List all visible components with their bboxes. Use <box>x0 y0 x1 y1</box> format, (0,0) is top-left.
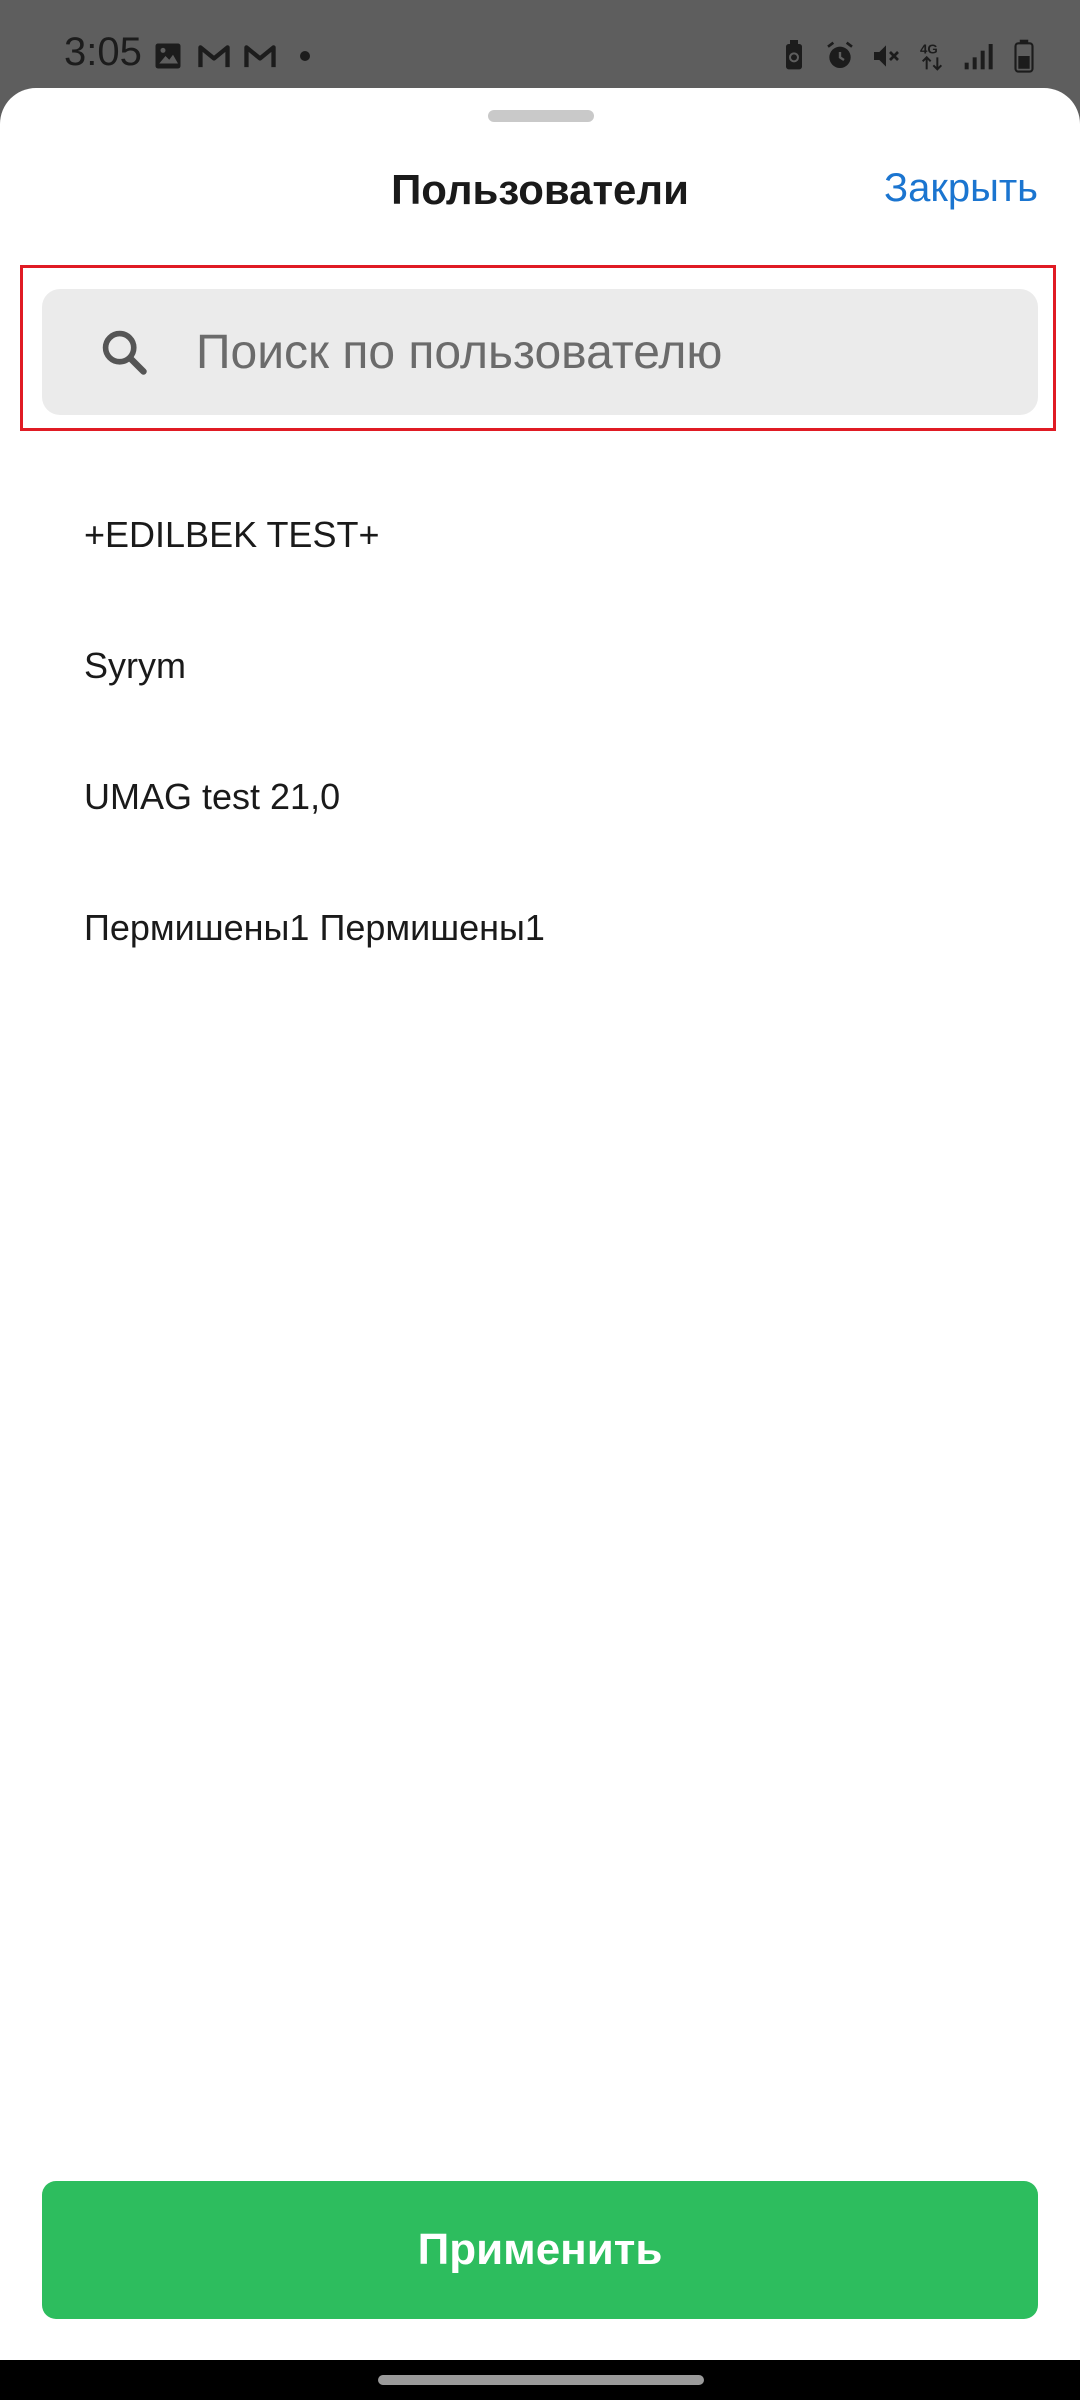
status-time: 3:05 <box>64 30 142 74</box>
search-icon <box>94 322 154 382</box>
users-bottom-sheet: Пользователи Закрыть +EDILBEK TEST+ Syry… <box>0 88 1080 2360</box>
drag-handle[interactable] <box>488 110 594 122</box>
user-list: +EDILBEK TEST+ Syrym UMAG test 21,0 Перм… <box>0 502 1080 1026</box>
status-left-icons <box>152 40 310 72</box>
apply-button[interactable]: Применить <box>42 2181 1038 2319</box>
vibrate-off-icon <box>870 40 902 72</box>
notification-dot-icon <box>300 51 310 61</box>
signal-icon <box>962 40 994 72</box>
alarm-icon <box>824 40 856 72</box>
status-bar: 3:05 4G <box>0 0 1080 90</box>
search-field[interactable] <box>42 289 1038 415</box>
battery-saver-icon <box>778 40 810 72</box>
gmail-icon <box>244 40 276 72</box>
home-indicator[interactable] <box>378 2375 704 2385</box>
list-item[interactable]: UMAG test 21,0 <box>0 764 1080 895</box>
screen: 3:05 4G Пользователи Закрыть Поиск по по… <box>0 0 1080 2400</box>
image-icon <box>152 40 184 72</box>
list-item[interactable]: Пермишены1 Пермишены1 <box>0 895 1080 1026</box>
gmail-icon <box>198 40 230 72</box>
4g-icon: 4G <box>916 40 948 72</box>
svg-text:4G: 4G <box>920 41 938 56</box>
list-item[interactable]: Syrym <box>0 633 1080 764</box>
status-right-icons: 4G <box>778 39 1040 73</box>
list-item[interactable]: +EDILBEK TEST+ <box>0 502 1080 633</box>
battery-icon <box>1008 39 1040 73</box>
close-button[interactable]: Закрыть <box>884 166 1038 211</box>
search-input[interactable] <box>194 323 998 381</box>
